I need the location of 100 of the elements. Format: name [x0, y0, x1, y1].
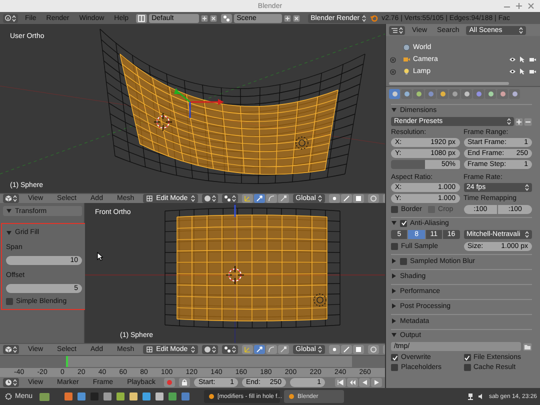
circle-icon	[452, 90, 458, 96]
close-icon[interactable]	[292, 14, 300, 22]
maximize-icon	[516, 3, 522, 9]
check-mark-icon	[392, 354, 398, 360]
editor-type-button[interactable]	[3, 194, 19, 203]
properties-tab[interactable]	[509, 88, 520, 98]
manipulator-toggle-button[interactable]	[242, 194, 253, 203]
light-bulb-icon	[403, 68, 410, 75]
checkbox[interactable]	[400, 258, 407, 264]
properties-tab[interactable]	[449, 88, 460, 98]
properties-tab[interactable]	[437, 88, 448, 98]
scene-button[interactable]	[220, 14, 232, 22]
lock-button[interactable]	[179, 378, 190, 387]
add-icon[interactable]	[284, 14, 291, 22]
move-arrow-button[interactable]	[254, 345, 265, 354]
up-down-arrows-icon	[190, 346, 195, 353]
up-down-arrows-icon	[13, 346, 17, 353]
folder-icon[interactable]	[523, 342, 532, 350]
vertex-select-button[interactable]	[328, 194, 340, 203]
edge-select-icon	[342, 346, 350, 353]
rotate-arc-button[interactable]	[266, 345, 277, 354]
circle-icon	[512, 90, 518, 96]
face-select-icon	[354, 195, 362, 202]
properties-tab[interactable]	[413, 88, 424, 98]
proportional-edit-button[interactable]	[368, 194, 379, 203]
checkbox[interactable]	[400, 220, 407, 226]
close-icon[interactable]	[210, 14, 217, 22]
up-down-arrows-icon	[190, 195, 195, 202]
edge-select-button[interactable]	[340, 345, 352, 354]
shading-dropdown[interactable]	[202, 194, 218, 203]
dots-icon	[224, 195, 231, 202]
play-icon	[372, 379, 380, 386]
face-select-button[interactable]	[352, 194, 364, 203]
up-down-arrows-icon	[525, 231, 529, 238]
remove-icon[interactable]	[524, 118, 532, 126]
shading-dropdown[interactable]	[202, 345, 218, 354]
add-icon[interactable]	[200, 14, 208, 22]
add-icon[interactable]	[515, 118, 523, 126]
circle-icon	[428, 90, 434, 96]
scrollbar[interactable]	[389, 82, 509, 84]
manipulator-toggle-button[interactable]	[242, 345, 253, 354]
gear-icon	[5, 393, 12, 400]
edge-select-button[interactable]	[340, 194, 352, 203]
window-app-icon	[208, 393, 215, 400]
up-down-arrows-icon	[399, 26, 403, 34]
vertex-select-button[interactable]	[328, 345, 340, 354]
editor-type-button[interactable]	[389, 26, 405, 34]
editor-type-button[interactable]	[3, 378, 19, 387]
scene-icon	[222, 14, 230, 22]
proportional-edit-button[interactable]	[368, 345, 379, 354]
scale-handle-button[interactable]	[278, 345, 289, 354]
scale-handle-button[interactable]	[278, 194, 289, 203]
checkbox[interactable]	[6, 298, 13, 305]
rotate-arc-button[interactable]	[266, 194, 277, 203]
properties-tab[interactable]	[401, 88, 412, 98]
rotate-arc-icon	[268, 346, 275, 353]
current-frame-line	[66, 356, 68, 367]
editor-type-button[interactable]	[3, 345, 19, 354]
jump-start-button[interactable]	[334, 378, 346, 387]
globe-icon	[403, 44, 410, 51]
pivot-dropdown[interactable]	[222, 345, 238, 354]
checkbox[interactable]	[391, 206, 398, 213]
properties-tab[interactable]	[389, 88, 400, 98]
eye-icon[interactable]	[509, 68, 516, 75]
checkbox[interactable]	[464, 364, 470, 371]
play-reverse-button[interactable]	[358, 378, 370, 387]
volume-icon[interactable]	[478, 393, 485, 400]
camera-icon[interactable]	[529, 68, 536, 75]
app-icon[interactable]	[38, 392, 50, 402]
circle-icon	[488, 90, 494, 96]
eye-icon[interactable]	[509, 56, 516, 63]
network-icon[interactable]	[466, 393, 474, 400]
lamp-icon	[296, 136, 308, 150]
move-arrow-icon	[256, 346, 263, 353]
lamp-icon	[314, 294, 326, 306]
editor-type-button[interactable]	[3, 14, 18, 22]
previous-keyframe-button[interactable]	[346, 378, 358, 387]
close-icon	[528, 3, 534, 9]
play-button[interactable]	[370, 378, 382, 387]
check-mark-icon	[400, 220, 406, 226]
pivot-dropdown[interactable]	[222, 194, 238, 203]
up-down-arrows-icon	[507, 118, 511, 125]
manipulator-toggle-icon	[244, 346, 251, 353]
up-down-arrows-icon	[13, 379, 17, 386]
face-select-button[interactable]	[352, 345, 364, 354]
list-icon	[391, 26, 398, 34]
camera-icon[interactable]	[529, 56, 536, 63]
screen-layout-button[interactable]	[136, 14, 147, 22]
up-down-arrows-icon	[12, 14, 16, 22]
checkbox[interactable]	[464, 354, 470, 361]
proportional-edit-icon	[370, 346, 377, 353]
circle-icon	[416, 90, 422, 96]
checkbox[interactable]	[391, 364, 398, 371]
move-arrow-button[interactable]	[254, 194, 265, 203]
properties-tab[interactable]	[461, 88, 472, 98]
clock-icon	[5, 379, 12, 386]
properties-tab[interactable]	[497, 88, 508, 98]
checkbox[interactable]	[391, 354, 398, 361]
properties-tab[interactable]	[485, 88, 496, 98]
checkbox[interactable]	[391, 243, 398, 250]
